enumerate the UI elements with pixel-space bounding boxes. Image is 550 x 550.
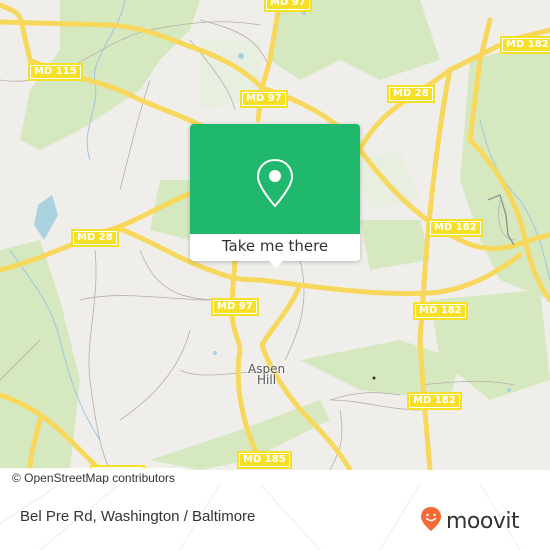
moovit-wordmark: moovit: [446, 508, 520, 534]
destination-popup: Take me there: [190, 124, 360, 268]
address-label: Bel Pre Rd, Washington / Baltimore: [20, 508, 256, 525]
location-pin-icon: [256, 158, 294, 212]
route-shield-md182-south: MD 182: [407, 392, 462, 410]
route-shield-md28-east: MD 28: [387, 85, 435, 103]
moovit-logo[interactable]: moovit: [420, 506, 520, 536]
route-shield-md97-north: MD 97: [240, 90, 288, 108]
place-label-aspen-hill: Aspen Hill: [248, 363, 285, 387]
place-label-line2: Hill: [257, 373, 277, 387]
route-shield-md182-topright: MD 182: [500, 36, 550, 54]
popup-header: [190, 124, 360, 234]
route-shield-md28-west: MD 28: [71, 229, 119, 247]
route-shield-md97-center: MD 97: [211, 298, 259, 316]
route-shield-md115: MD 115: [28, 63, 83, 81]
popup-pointer: [269, 261, 283, 268]
route-shield-md97-top: MD 97: [264, 0, 312, 12]
route-shield-md185: MD 185: [237, 451, 292, 469]
moovit-smile-pin-icon: [420, 506, 442, 536]
take-me-there-button[interactable]: Take me there: [190, 234, 360, 261]
route-shield-md182-east: MD 182: [413, 302, 468, 320]
route-shield-md182-mid: MD 182: [428, 219, 483, 237]
